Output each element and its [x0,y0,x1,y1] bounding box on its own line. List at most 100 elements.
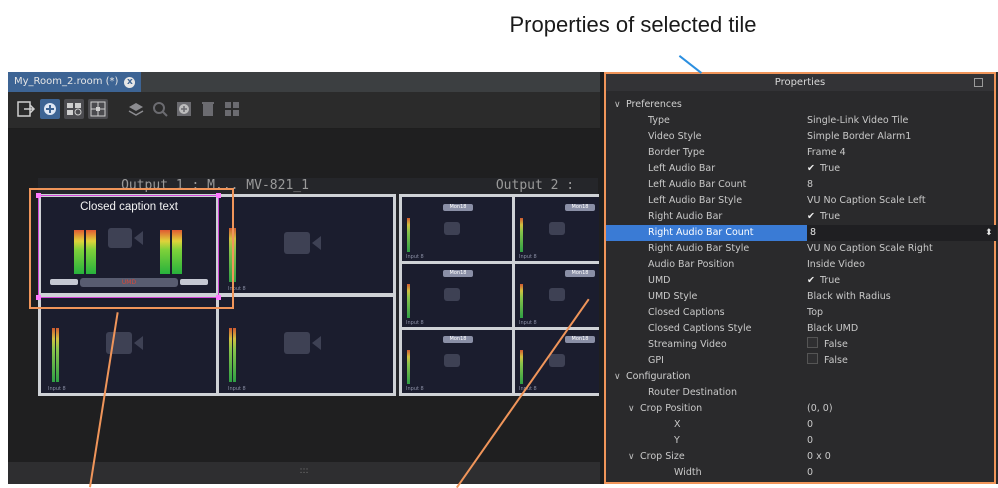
property-value[interactable]: Black UMD [807,321,858,337]
property-row[interactable]: Audio Bar Position Inside Video [606,257,994,273]
property-row[interactable]: Right Audio Bar Style VU No Caption Scale… [606,241,994,257]
output-2-header: Output 2 : [495,178,575,193]
property-value[interactable]: ✔ True [807,161,840,177]
pane-splitter[interactable]: ::: [8,462,600,484]
layers-icon[interactable] [126,99,146,119]
property-key: Streaming Video [648,339,727,350]
property-key: Y [674,435,680,446]
property-row[interactable]: Width 0 [606,465,994,481]
property-section[interactable]: ∨ Configuration [606,369,994,385]
property-value[interactable]: Black with Radius [807,289,891,305]
checkbox-icon[interactable] [807,353,818,364]
property-key: Crop Size [640,451,685,462]
property-row[interactable]: GPI False [606,353,994,369]
callout-caption: Properties of selected tile [509,12,757,37]
property-row[interactable]: X0 [606,417,994,433]
property-row[interactable]: Right Audio Bar Count 8 ⬍ [606,225,997,241]
zoom-icon[interactable] [150,99,170,119]
camera-icon [549,288,565,301]
layout-icon[interactable] [64,99,84,119]
chevron-down-icon[interactable]: ∨ [614,369,621,385]
property-value-text: VU No Caption Scale Right [807,243,933,254]
umd-label: Mon18 [443,270,473,277]
property-value[interactable]: 0 [807,465,813,481]
property-row[interactable]: Video Style Simple Border Alarm1 [606,129,994,145]
property-value[interactable]: 0 x 0 [807,449,831,465]
property-row[interactable]: Type Single-Link Video Tile [606,113,994,129]
property-value[interactable]: 0 [807,417,813,433]
restore-icon[interactable] [974,78,983,87]
chevron-down-icon[interactable]: ∨ [628,449,635,465]
grid-icon[interactable] [88,99,108,119]
property-row[interactable]: ∨ Crop Position (0, 0) [606,401,994,417]
add-tile-icon[interactable] [40,99,60,119]
property-value-text: Simple Border Alarm1 [807,131,912,142]
property-value-text: True [819,163,841,174]
property-key: Left Audio Bar Style [648,195,743,206]
property-value[interactable]: ✔ True [807,209,840,225]
property-value[interactable]: 8 [807,225,997,241]
property-value[interactable]: Inside Video [807,257,865,273]
property-row[interactable]: Right Audio Bar ✔ True [606,209,994,225]
property-row[interactable]: Left Audio Bar Count 8 [606,177,994,193]
property-row[interactable]: Streaming Video False [606,337,994,353]
exit-icon[interactable] [16,99,36,119]
property-key: Type [648,115,670,126]
audio-meter [520,218,523,252]
tab-room-file[interactable]: My_Room_2.room (*) x [8,72,142,92]
property-value[interactable]: False [807,353,848,369]
audio-meter [407,218,410,252]
callout-highlight-tile [29,188,234,309]
property-value[interactable]: 0 [807,433,813,449]
property-row[interactable]: Router Destination [606,385,994,401]
property-row[interactable]: Closed Captions Top [606,305,994,321]
property-value[interactable]: 8 [807,177,813,193]
property-value-text: Black with Radius [807,291,891,302]
property-section[interactable]: ∨ Preferences [606,97,994,113]
property-value[interactable]: Simple Border Alarm1 [807,129,911,145]
property-row[interactable]: Closed Captions Style Black UMD [606,321,994,337]
camera-icon [444,354,460,367]
checkmark-icon[interactable]: ✔ [807,163,815,174]
property-row[interactable]: Left Audio Bar Style VU No Caption Scale … [606,193,994,209]
property-value[interactable]: VU No Caption Scale Right [807,241,933,257]
property-value[interactable]: VU No Caption Scale Left [807,193,926,209]
callout-leader-line [679,55,703,74]
property-row[interactable]: UMD ✔ True [606,273,994,289]
property-value[interactable]: Single-Link Video Tile [807,113,908,129]
property-value[interactable]: Top [807,305,823,321]
property-row[interactable]: ∨ Crop Size 0 x 0 [606,449,994,465]
audio-meter [407,350,410,384]
add-icon[interactable] [174,99,194,119]
checkmark-icon[interactable]: ✔ [807,211,815,222]
property-key: GPI [648,355,664,366]
chevron-down-icon[interactable]: ∨ [614,97,621,113]
delete-icon[interactable] [198,99,218,119]
property-row[interactable]: UMD Style Black with Radius [606,289,994,305]
property-row[interactable]: Border Type Frame 4 [606,145,994,161]
property-key: Configuration [626,371,691,382]
spinbox-arrows-icon[interactable]: ⬍ [985,225,993,241]
input-label: Input 8 [519,320,537,326]
property-value-text: False [824,355,848,366]
input-label: Input 8 [228,386,246,392]
checkbox-icon[interactable] [807,337,818,348]
property-value-text: False [824,339,848,350]
property-row[interactable]: Left Audio Bar ✔ True [606,161,994,177]
input-label: Input 8 [48,386,66,392]
property-value[interactable]: False [807,337,848,353]
property-key: Preferences [626,99,682,110]
chevron-down-icon[interactable]: ∨ [628,401,635,417]
property-key: Right Audio Bar [648,211,723,222]
property-value[interactable]: ✔ True [807,273,840,289]
property-value-text: Frame 4 [807,147,846,158]
close-icon[interactable]: x [124,76,136,88]
tiles-icon[interactable] [222,99,242,119]
property-key: Left Audio Bar [648,163,716,174]
property-value[interactable]: Frame 4 [807,145,846,161]
property-value-text: 8 [810,227,817,238]
checkmark-icon[interactable]: ✔ [807,275,815,286]
property-key: UMD Style [648,291,698,302]
property-value[interactable]: (0, 0) [807,401,833,417]
property-row[interactable]: Y0 [606,433,994,449]
